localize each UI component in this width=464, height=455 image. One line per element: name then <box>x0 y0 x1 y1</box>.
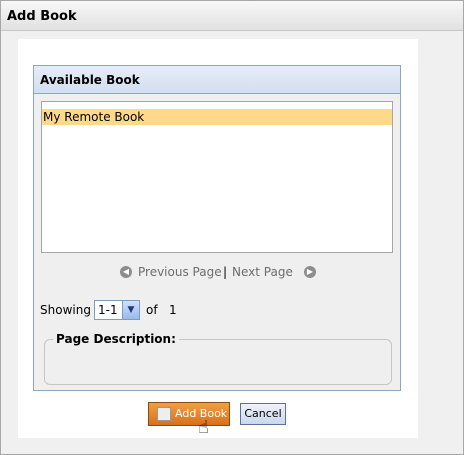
previous-page-link[interactable]: Previous Page <box>138 265 222 279</box>
page-description-legend: Page Description: <box>53 332 179 346</box>
page-range-value: 1-1 <box>98 303 118 317</box>
list-item-label: My Remote Book <box>43 110 145 124</box>
showing-label: Showing <box>40 303 91 317</box>
arrow-right-circle-icon[interactable]: ▶ <box>304 266 316 278</box>
window-title: Add Book <box>7 9 77 24</box>
pager-separator: | <box>223 265 228 279</box>
chevron-down-icon[interactable]: ▼ <box>122 301 139 319</box>
of-label: of <box>146 303 158 317</box>
page-range-select[interactable]: 1-1 ▼ <box>94 300 140 320</box>
add-book-button[interactable]: Add Book <box>148 402 230 426</box>
panel-title: Available Book <box>40 73 140 87</box>
dialog-content: Available Book My Remote Book ◀ Previous… <box>18 39 418 438</box>
book-listbox[interactable]: My Remote Book <box>41 101 393 253</box>
book-icon <box>157 407 171 421</box>
panel-header: Available Book <box>34 66 400 94</box>
available-book-panel: Available Book My Remote Book ◀ Previous… <box>33 65 401 391</box>
list-item[interactable]: My Remote Book <box>42 109 392 125</box>
page-total: 1 <box>169 303 177 317</box>
pager: ◀ Previous Page | Next Page ▶ <box>34 265 400 281</box>
page-description-group: Page Description: <box>44 332 392 385</box>
window-titlebar: Add Book <box>1 1 463 31</box>
cancel-button[interactable]: Cancel <box>240 403 286 425</box>
arrow-left-circle-icon[interactable]: ◀ <box>120 266 132 278</box>
add-book-window: Add Book Available Book My Remote Book ◀… <box>0 0 464 455</box>
next-page-link[interactable]: Next Page <box>232 265 293 279</box>
hand-cursor-icon: ☝ <box>198 417 209 438</box>
